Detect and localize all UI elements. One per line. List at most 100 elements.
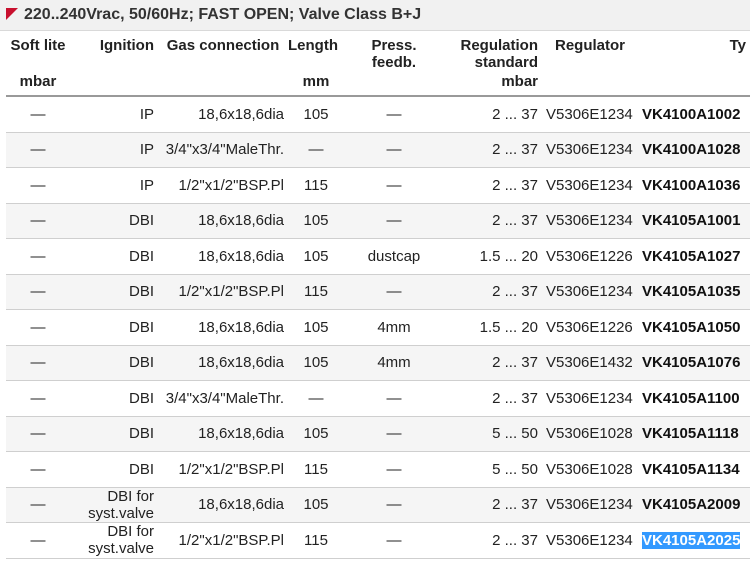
- table-row[interactable]: — IP 18,6x18,6dia 105 — 2 ... 37 V5306E1234 VK4…: [6, 96, 750, 133]
- collapse-triangle-icon[interactable]: [6, 8, 18, 20]
- cell-press-feedb: —: [344, 522, 444, 559]
- cell-regulator-text: V5306E1226: [546, 247, 633, 265]
- cell-regulation-standard-text: 5 ... 50: [492, 460, 538, 478]
- cell-gas-connection: 18,6x18,6dia: [158, 96, 288, 133]
- cell-type[interactable]: VK4105A1076: [638, 345, 750, 381]
- table-row[interactable]: — DBI 18,6x18,6dia 105 4mm 1.5 ... 20 V5306E12…: [6, 309, 750, 346]
- cell-regulation-standard: 1.5 ... 20: [444, 238, 542, 275]
- cell-ignition: DBI: [70, 416, 158, 452]
- cell-type[interactable]: VK4105A1134: [638, 451, 750, 488]
- cell-press-feedb: 4mm: [344, 345, 444, 381]
- cell-press-feedb-text: —: [386, 496, 402, 514]
- cell-regulation-standard: 2 ... 37: [444, 203, 542, 239]
- cell-regulation-standard-text: 2 ... 37: [492, 141, 538, 159]
- cell-regulation-standard: 2 ... 37: [444, 96, 542, 133]
- table-row[interactable]: — DBI for syst.valve 1/2"x1/2"BSP.Pl 115 — 2 .…: [6, 522, 750, 559]
- cell-press-feedb-text: dustcap: [367, 247, 421, 265]
- cell-ignition: DBI: [70, 309, 158, 346]
- cell-ignition-text: IP: [139, 105, 154, 123]
- cell-type-text: VK4105A2025: [642, 531, 741, 549]
- cell-ignition-text: DBI: [128, 425, 154, 443]
- cell-soft-lite: —: [6, 167, 70, 204]
- col-ignition[interactable]: Ignition: [70, 31, 158, 73]
- table-row[interactable]: — DBI 18,6x18,6dia 105 dustcap 1.5 ... 20 V530…: [6, 238, 750, 275]
- cell-soft-lite: —: [6, 96, 70, 133]
- table-row[interactable]: — DBI 1/2"x1/2"BSP.Pl 115 — 2 ... 37 V5306E123…: [6, 274, 750, 310]
- cell-press-feedb-text: —: [386, 176, 402, 194]
- cell-press-feedb-text: —: [386, 105, 402, 123]
- col-regulation-standard[interactable]: Regulation standard: [444, 31, 542, 73]
- col-press-feedb[interactable]: Press. feedb.: [344, 31, 444, 73]
- cell-type[interactable]: VK4100A1002: [638, 96, 750, 133]
- cell-regulator: V5306E1234: [542, 274, 638, 310]
- cell-gas-connection-text: 18,6x18,6dia: [198, 496, 284, 514]
- cell-gas-connection: 3/4"x3/4"MaleThr.: [158, 380, 288, 417]
- cell-regulation-standard: 2 ... 37: [444, 487, 542, 523]
- cell-type-text: VK4105A1050: [642, 318, 741, 336]
- col-type[interactable]: Ty: [638, 31, 750, 73]
- cell-length-text: —: [308, 389, 324, 407]
- table-row[interactable]: — DBI 3/4"x3/4"MaleThr. — — 2 ... 37 V5306E123…: [6, 380, 750, 417]
- cell-type[interactable]: VK4105A1027: [638, 238, 750, 275]
- cell-soft-lite: —: [6, 203, 70, 239]
- cell-press-feedb: —: [344, 274, 444, 310]
- col-length[interactable]: Length: [288, 31, 344, 73]
- cell-soft-lite-text: —: [30, 460, 46, 478]
- cell-regulation-standard-text: 1.5 ... 20: [479, 247, 538, 265]
- cell-gas-connection-text: 3/4"x3/4"MaleThr.: [165, 141, 284, 159]
- cell-type[interactable]: VK4100A1028: [638, 132, 750, 168]
- cell-type-text: VK4105A1001: [642, 212, 741, 230]
- cell-regulator-text: V5306E1028: [546, 460, 633, 478]
- cell-type[interactable]: VK4105A1001: [638, 203, 750, 239]
- cell-type-text: VK4100A1036: [642, 176, 741, 194]
- product-table-window: 220..240Vrac, 50/60Hz; FAST OPEN; Valve …: [0, 0, 750, 578]
- cell-regulation-standard: 2 ... 37: [444, 522, 542, 559]
- col-soft-lite[interactable]: Soft lite: [6, 31, 70, 73]
- valve-table: Soft lite Ignition Gas connection Length…: [6, 31, 750, 559]
- cell-regulation-standard-text: 2 ... 37: [492, 212, 538, 230]
- cell-length-text: 105: [303, 354, 329, 372]
- table-row[interactable]: — DBI for syst.valve 18,6x18,6dia 105 — 2 ... …: [6, 487, 750, 523]
- cell-gas-connection: 18,6x18,6dia: [158, 487, 288, 523]
- cell-type[interactable]: VK4105A2009: [638, 487, 750, 523]
- section-header[interactable]: 220..240Vrac, 50/60Hz; FAST OPEN; Valve …: [0, 0, 750, 31]
- cell-ignition: IP: [70, 132, 158, 168]
- cell-ignition-text: DBI for syst.valve: [88, 523, 154, 558]
- cell-length: 115: [288, 522, 344, 559]
- table-row[interactable]: — IP 1/2"x1/2"BSP.Pl 115 — 2 ... 37 V5306E1234…: [6, 167, 750, 204]
- cell-length: 105: [288, 203, 344, 239]
- cell-soft-lite: —: [6, 309, 70, 346]
- cell-type[interactable]: VK4105A1035: [638, 274, 750, 310]
- cell-press-feedb: —: [344, 380, 444, 417]
- cell-soft-lite: —: [6, 380, 70, 417]
- cell-soft-lite-text: —: [30, 496, 46, 514]
- unit-regulation-standard: mbar: [444, 73, 542, 97]
- cell-type[interactable]: VK4105A1118: [638, 416, 750, 452]
- cell-regulation-standard-text: 5 ... 50: [492, 425, 538, 443]
- cell-ignition: DBI for syst.valve: [70, 522, 158, 559]
- cell-press-feedb-text: —: [386, 212, 402, 230]
- table-row[interactable]: — DBI 18,6x18,6dia 105 — 5 ... 50 V5306E1028 VK…: [6, 416, 750, 452]
- cell-length: 115: [288, 274, 344, 310]
- unit-length: mm: [288, 73, 344, 97]
- cell-type[interactable]: VK4100A1036: [638, 167, 750, 204]
- cell-type[interactable]: VK4105A1100: [638, 380, 750, 417]
- col-regulator[interactable]: Regulator: [542, 31, 638, 73]
- cell-type[interactable]: VK4105A2025: [638, 522, 750, 559]
- col-gas-connection[interactable]: Gas connection: [158, 31, 288, 73]
- cell-gas-connection: 18,6x18,6dia: [158, 345, 288, 381]
- cell-press-feedb: —: [344, 487, 444, 523]
- table-row[interactable]: — DBI 18,6x18,6dia 105 4mm 2 ... 37 V5306E1432…: [6, 345, 750, 381]
- cell-soft-lite: —: [6, 274, 70, 310]
- cell-type[interactable]: VK4105A1050: [638, 309, 750, 346]
- cell-regulator: V5306E1226: [542, 309, 638, 346]
- table-row[interactable]: — DBI 1/2"x1/2"BSP.Pl 115 — 5 ... 50 V5306E102…: [6, 451, 750, 488]
- table-row[interactable]: — IP 3/4"x3/4"MaleThr. — — 2 ... 37 V5306E1234…: [6, 132, 750, 168]
- cell-regulator: V5306E1234: [542, 487, 638, 523]
- cell-regulator: V5306E1028: [542, 416, 638, 452]
- cell-regulation-standard-text: 2 ... 37: [492, 496, 538, 514]
- cell-regulation-standard: 5 ... 50: [444, 451, 542, 488]
- cell-press-feedb-text: 4mm: [377, 318, 411, 336]
- cell-length-text: 105: [303, 212, 329, 230]
- table-row[interactable]: — DBI 18,6x18,6dia 105 — 2 ... 37 V5306E1234 VK…: [6, 203, 750, 239]
